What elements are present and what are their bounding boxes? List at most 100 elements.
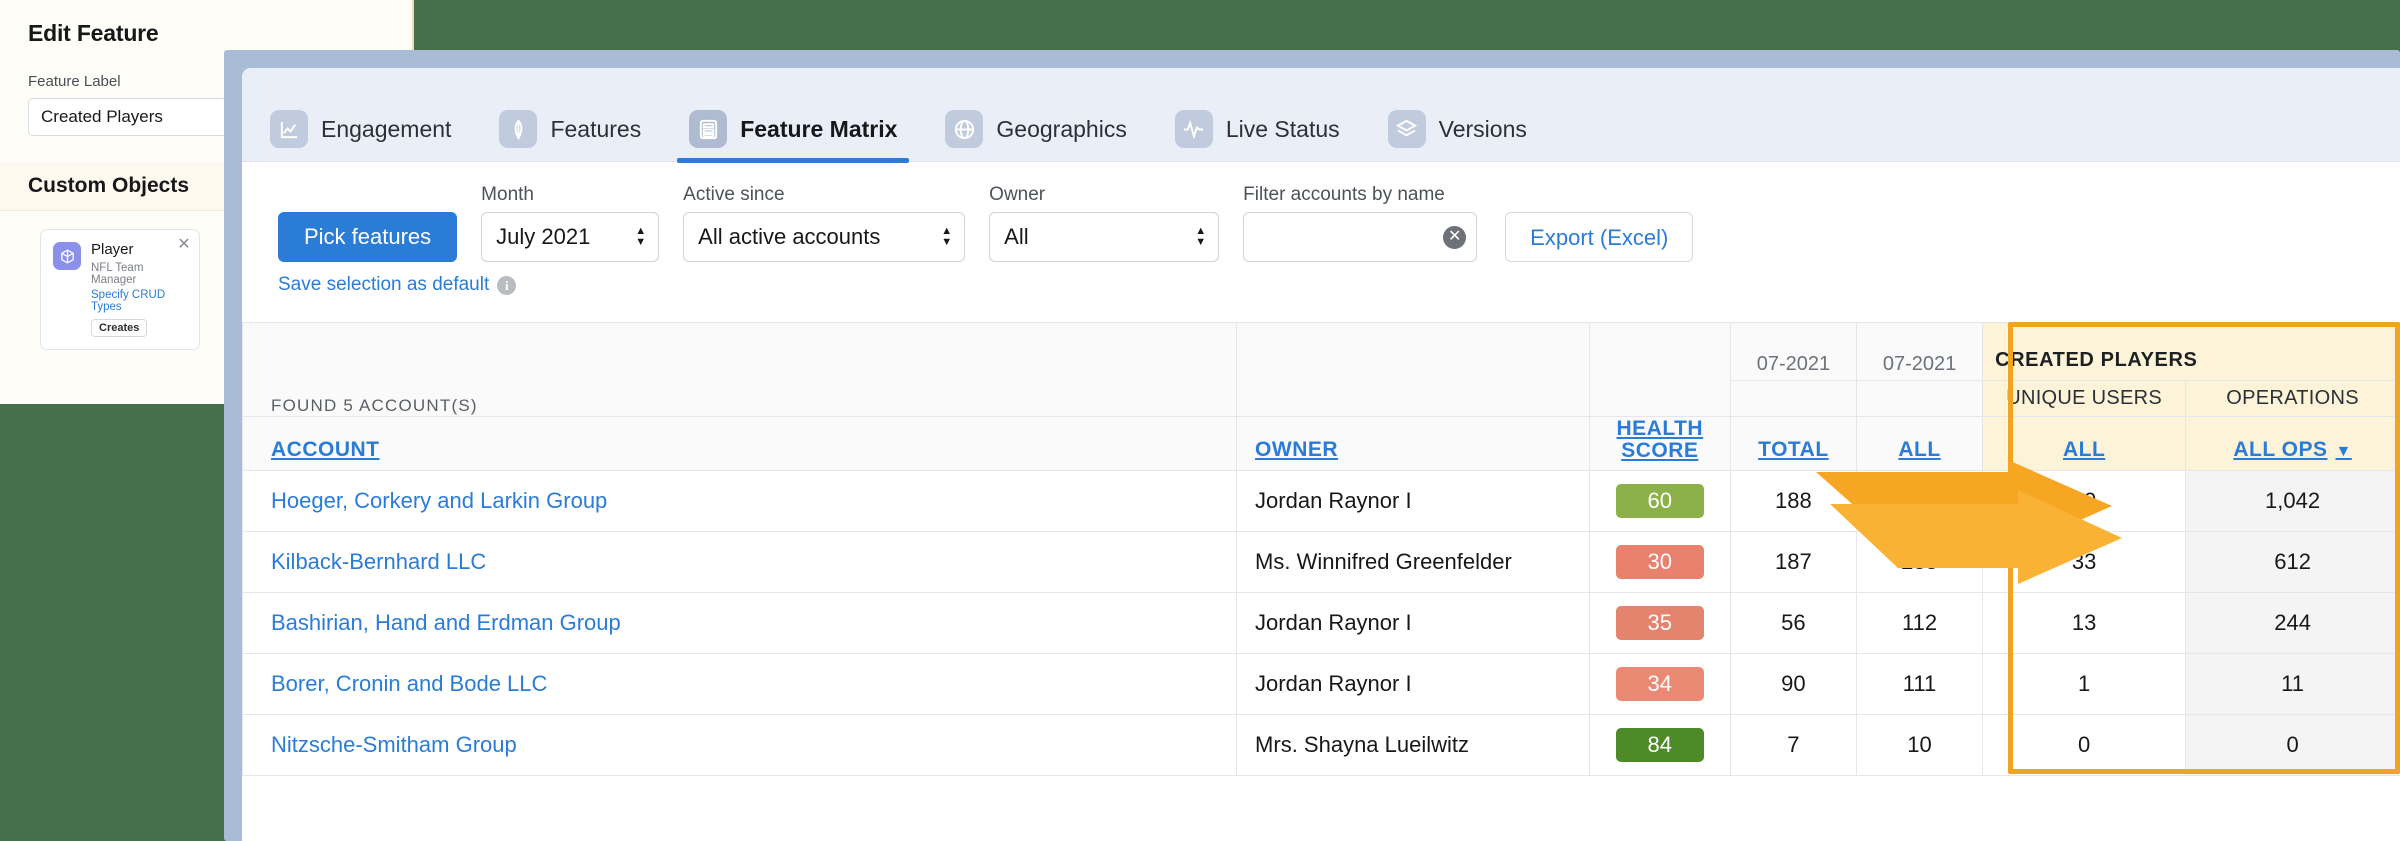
- table-row[interactable]: Bashirian, Hand and Erdman Group Jordan R…: [242, 592, 2400, 654]
- cell-operations: 0: [2185, 714, 2400, 776]
- cell-account[interactable]: Borer, Cronin and Bode LLC: [242, 653, 1238, 715]
- cell-total: 7: [1729, 714, 1857, 776]
- matrix-icon: [689, 110, 728, 148]
- cell-owner: Jordan Raynor I: [1236, 592, 1590, 654]
- table-head-row-sort: ACCOUNT OWNER HEALTH SCORE TOTAL ALL ALL…: [242, 416, 2400, 471]
- tab-engagement[interactable]: Engagement: [270, 96, 477, 162]
- table-head: FOUND 5 ACCOUNT(S) 07-2021 07-2021 CREAT…: [242, 322, 2400, 471]
- save-selection-row: Save selection as default i: [242, 262, 2400, 296]
- tab-label: Live Status: [1225, 115, 1340, 142]
- save-selection-as-default-link[interactable]: Save selection as default: [278, 274, 489, 296]
- sort-health-score-link[interactable]: HEALTH SCORE: [1588, 416, 1731, 471]
- active-since-label: Active since: [683, 184, 785, 205]
- app-panel-frame: Engagement Features Feature Matrix Geogr…: [224, 50, 2400, 841]
- cell-operations: 244: [2185, 592, 2400, 654]
- clear-circle-icon[interactable]: ✕: [1443, 225, 1467, 249]
- tab-geographics[interactable]: Geographics: [945, 96, 1152, 162]
- cell-owner: Jordan Raynor I: [1236, 470, 1590, 532]
- export-excel-button[interactable]: Export (Excel): [1505, 212, 1694, 262]
- tab-live-status[interactable]: Live Status: [1174, 96, 1366, 162]
- cell-all: 111: [1855, 653, 1984, 715]
- cell-all: 112: [1855, 592, 1984, 654]
- owner-header-spacer: [1236, 322, 1590, 417]
- tab-feature-matrix[interactable]: Feature Matrix: [677, 96, 923, 163]
- status-badge: 30: [1615, 545, 1704, 579]
- status-badge: 35: [1615, 606, 1704, 640]
- active-since-select[interactable]: All active accounts ▲ ▼: [683, 212, 966, 262]
- owner-value: All: [1004, 224, 1029, 249]
- crud-chip-creates[interactable]: Creates: [91, 318, 148, 337]
- tab-bar: Engagement Features Feature Matrix Geogr…: [242, 68, 2400, 163]
- filter-toolbar: Pick features Month July 2021 ▲ ▼ Active …: [242, 162, 2400, 262]
- sort-all-link[interactable]: ALL: [1855, 416, 1984, 471]
- month-select[interactable]: July 2021 ▲ ▼: [481, 212, 660, 262]
- sort-owner-link[interactable]: OWNER: [1236, 416, 1590, 471]
- cell-total: 90: [1729, 653, 1857, 715]
- active-since-value: All active accounts: [698, 224, 881, 249]
- table-row[interactable]: Borer, Cronin and Bode LLC Jordan Raynor …: [242, 653, 2400, 715]
- pulse-icon: [1174, 110, 1213, 148]
- table-body: Hoeger, Corkery and Larkin Group Jordan R…: [242, 470, 2400, 776]
- feature-matrix-table: FOUND 5 ACCOUNT(S) 07-2021 07-2021 CREAT…: [242, 322, 2400, 776]
- active-since-filter-group: Active since All active accounts ▲ ▼: [683, 184, 966, 262]
- sort-total-link[interactable]: TOTAL: [1729, 416, 1857, 471]
- date-header-total: 07-2021: [1729, 322, 1857, 381]
- search-label: Filter accounts by name: [1243, 184, 1445, 205]
- specify-crud-types-link[interactable]: Specify CRUD Types: [91, 289, 187, 313]
- cell-account[interactable]: Hoeger, Corkery and Larkin Group: [242, 470, 1238, 532]
- owner-select[interactable]: All ▲ ▼: [989, 212, 1220, 262]
- export-group: Export (Excel): [1505, 212, 1694, 262]
- search-field-wrapper[interactable]: ✕: [1243, 212, 1478, 262]
- cell-account[interactable]: Kilback-Bernhard LLC: [242, 531, 1238, 593]
- cell-health-score: 34: [1588, 653, 1731, 715]
- cell-account[interactable]: Nitzsche-Smitham Group: [242, 714, 1238, 776]
- tab-label: Geographics: [996, 115, 1127, 142]
- month-value: July 2021: [496, 224, 591, 249]
- cell-owner: Ms. Winnifred Greenfelder: [1236, 531, 1590, 593]
- pick-features-group: Pick features: [278, 212, 458, 262]
- close-icon[interactable]: ✕: [177, 237, 191, 253]
- status-badge: 34: [1615, 667, 1704, 701]
- custom-object-name: Player: [91, 241, 134, 258]
- line-chart-icon: [270, 110, 308, 148]
- cell-total: 56: [1729, 592, 1857, 654]
- cell-total: 188: [1729, 470, 1857, 532]
- sort-unique-users-all-link[interactable]: ALL: [1982, 416, 2187, 471]
- feather-icon: [499, 110, 538, 148]
- tab-label: Versions: [1438, 115, 1527, 142]
- all-ops-label: ALL OPS: [2233, 438, 2328, 461]
- sort-account-link[interactable]: ACCOUNT: [242, 416, 1238, 471]
- subheader-operations: OPERATIONS: [2185, 380, 2400, 417]
- cell-unique-users: 13: [1982, 592, 2187, 654]
- search-input[interactable]: [1256, 224, 1444, 250]
- tab-label: Features: [550, 115, 642, 142]
- cell-operations: 612: [2185, 531, 2400, 593]
- cell-owner: Mrs. Shayna Lueilwitz: [1236, 714, 1590, 776]
- tab-features[interactable]: Features: [499, 96, 667, 162]
- pick-features-button[interactable]: Pick features: [278, 212, 458, 262]
- group-header-created-players: CREATED PLAYERS: [1982, 322, 2400, 381]
- tab-label: Engagement: [321, 115, 452, 142]
- caret-down-icon[interactable]: ▼: [2335, 443, 2351, 460]
- cell-health-score: 84: [1588, 714, 1731, 776]
- info-icon[interactable]: i: [497, 275, 517, 295]
- tab-versions[interactable]: Versions: [1387, 96, 1553, 162]
- status-badge: 60: [1615, 484, 1704, 518]
- table-row[interactable]: Kilback-Bernhard LLC Ms. Winnifred Greenf…: [242, 531, 2400, 593]
- cell-health-score: 35: [1588, 592, 1731, 654]
- status-badge: 84: [1615, 728, 1704, 762]
- stepper-arrows-icon[interactable]: ▲ ▼: [1179, 226, 1206, 248]
- month-label: Month: [481, 184, 534, 205]
- tab-label: Feature Matrix: [740, 115, 898, 142]
- cell-unique-users: 0: [1982, 714, 2187, 776]
- stepper-arrows-icon[interactable]: ▲ ▼: [619, 226, 646, 248]
- table-row[interactable]: Nitzsche-Smitham Group Mrs. Shayna Lueilw…: [242, 714, 2400, 776]
- custom-object-card[interactable]: Player NFL Team Manager Specify CRUD Typ…: [40, 229, 200, 350]
- cell-health-score: 60: [1588, 470, 1731, 532]
- sort-all-ops-link[interactable]: ALL OPS ▼: [2185, 416, 2400, 471]
- table-row[interactable]: Hoeger, Corkery and Larkin Group Jordan R…: [242, 470, 2400, 532]
- stepper-arrows-icon[interactable]: ▲ ▼: [925, 226, 952, 248]
- cell-total: 187: [1729, 531, 1857, 593]
- cell-all: 235: [1855, 531, 1984, 593]
- cell-account[interactable]: Bashirian, Hand and Erdman Group: [242, 592, 1238, 654]
